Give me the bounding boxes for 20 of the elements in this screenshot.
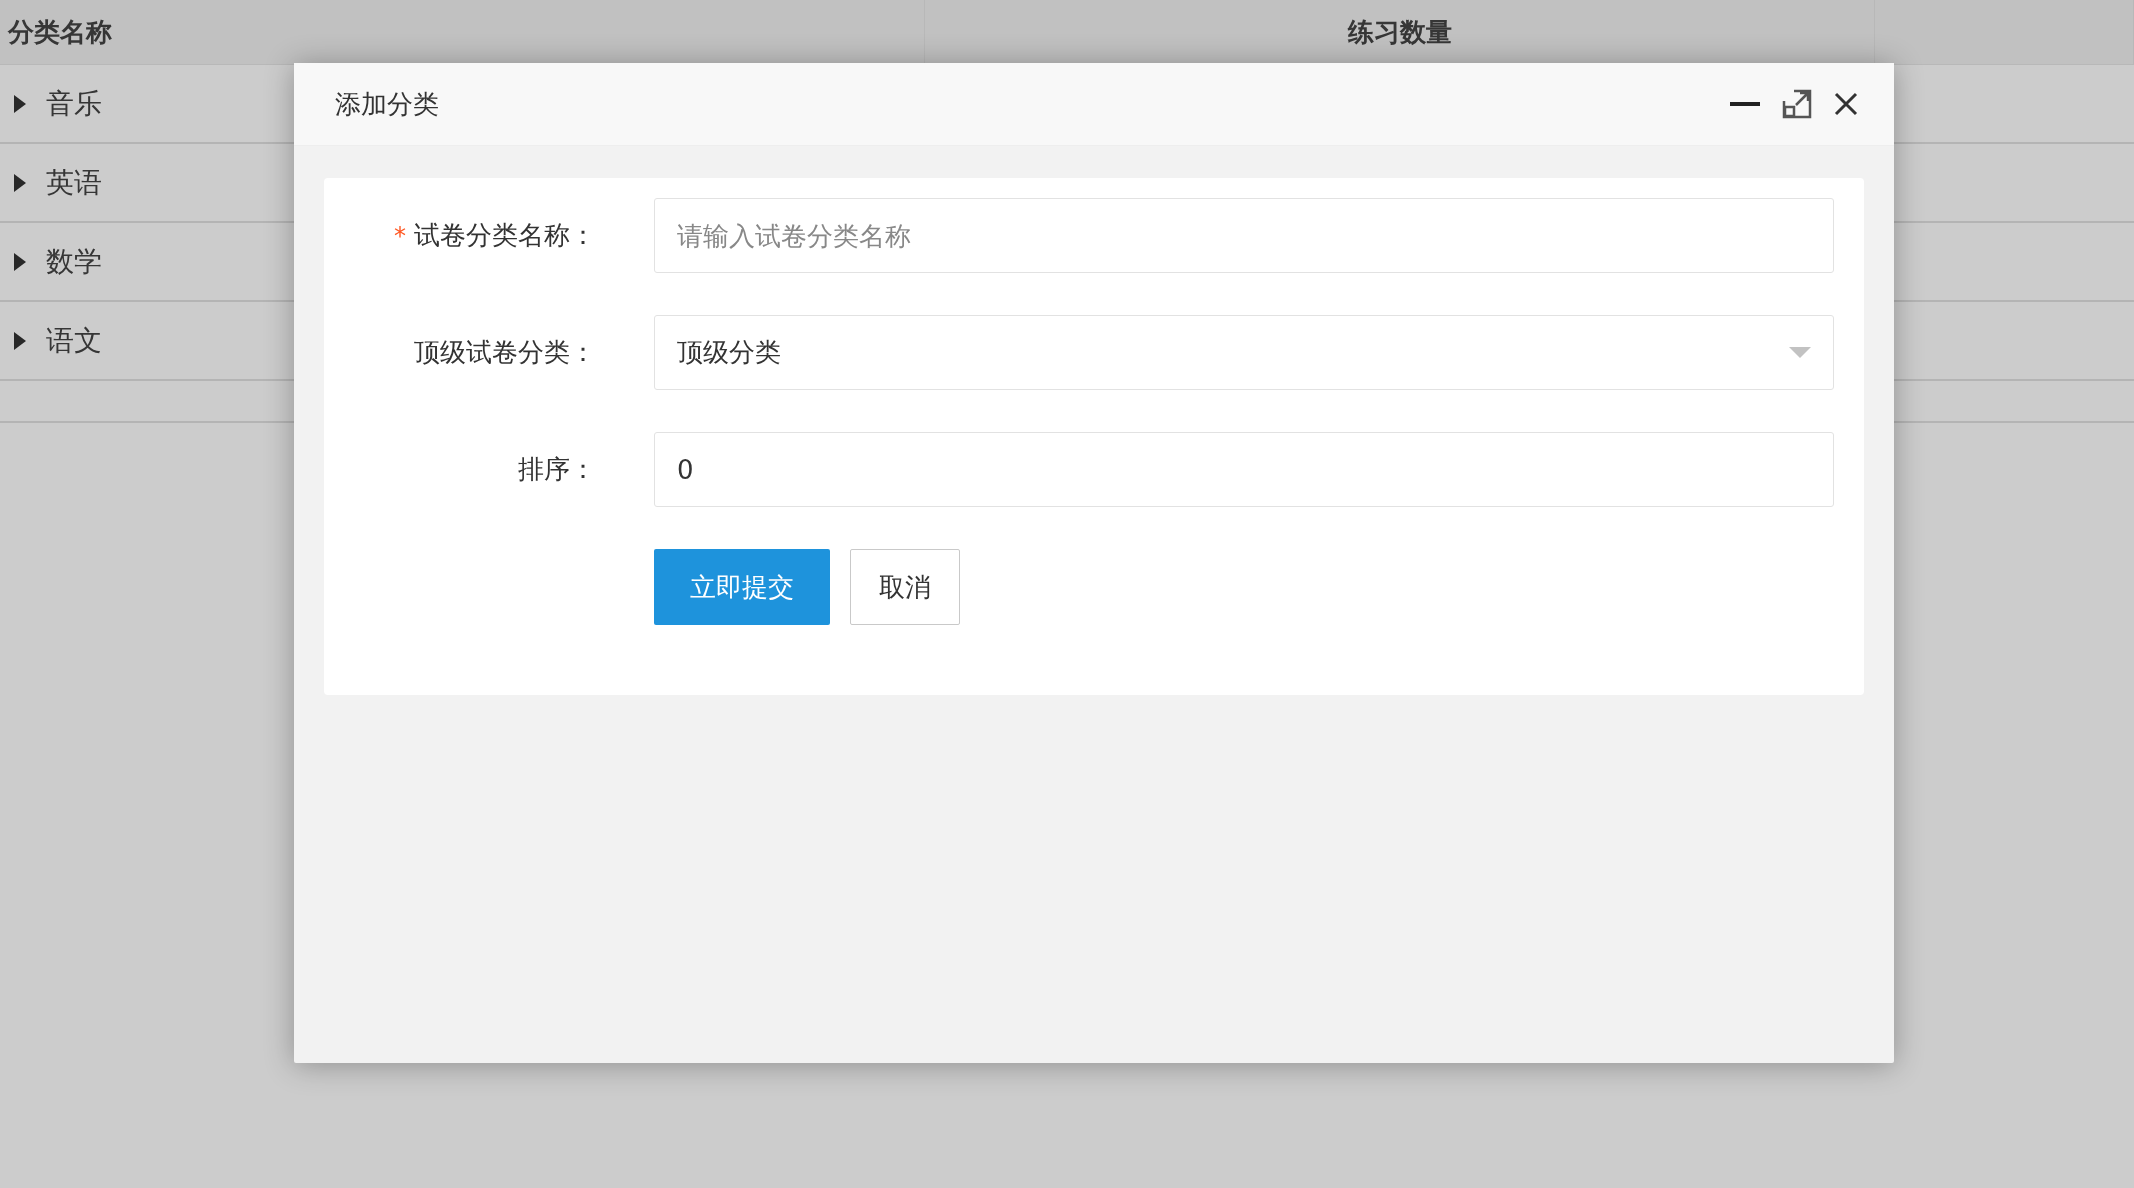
- close-icon[interactable]: [1834, 92, 1858, 116]
- expand-arrow-icon[interactable]: [14, 331, 26, 350]
- category-name[interactable]: 数学: [46, 242, 102, 281]
- required-mark: *: [394, 222, 406, 250]
- category-name[interactable]: 音乐: [46, 84, 102, 123]
- category-name[interactable]: 语文: [46, 321, 102, 360]
- field-label: 排序：: [518, 454, 596, 484]
- dialog-title: 添加分类: [335, 87, 440, 121]
- field-label: 试卷分类名称：: [414, 220, 596, 250]
- input-field[interactable]: 请输入试卷分类名称: [654, 198, 1834, 273]
- expand-arrow-icon[interactable]: [14, 94, 26, 113]
- input-field[interactable]: 0: [654, 432, 1834, 507]
- expand-arrow-icon[interactable]: [14, 173, 26, 192]
- category-name[interactable]: 英语: [46, 163, 102, 202]
- field-label: 顶级试卷分类：: [414, 337, 596, 367]
- category-select[interactable]: 顶级分类: [654, 315, 1834, 390]
- expand-arrow-icon[interactable]: [14, 252, 26, 271]
- cancel-button[interactable]: 取消: [850, 549, 960, 625]
- maximize-icon[interactable]: [1782, 89, 1812, 119]
- dropdown-caret-icon: [1789, 346, 1811, 359]
